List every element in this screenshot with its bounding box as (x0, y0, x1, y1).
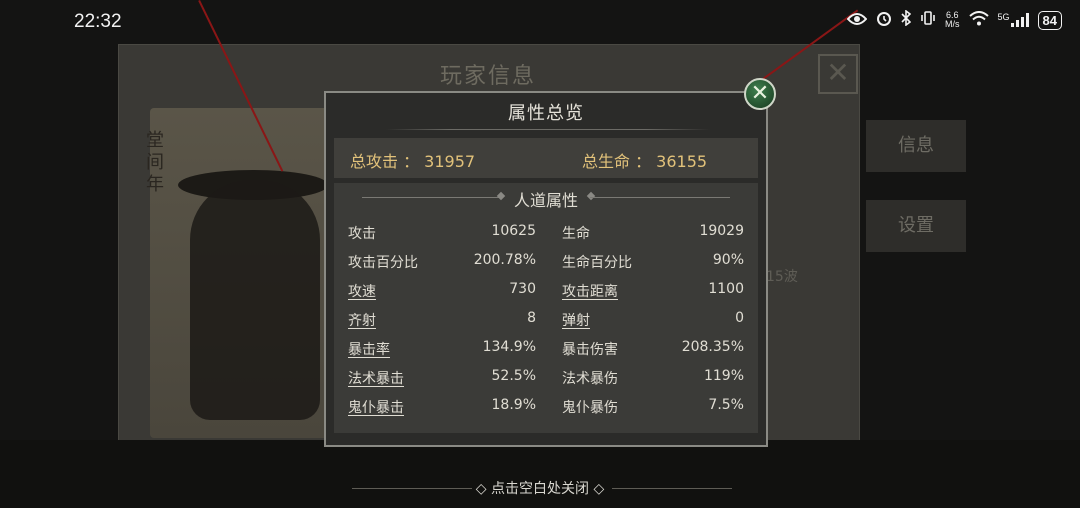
attribute-label: 生命百分比 (562, 255, 632, 271)
background-info-button: 信息 (866, 120, 966, 172)
close-hint: ◇ 点击空白处关闭 ◇ (0, 478, 1080, 498)
attribute-value: 7.5% (708, 397, 744, 413)
diamond-icon: ◇ (475, 481, 491, 497)
signal-label: 5G (997, 12, 1010, 22)
cellular-icon: 5G (998, 13, 1029, 27)
ricochet-link[interactable]: 弹射 (562, 310, 590, 330)
attribute-value: 19029 (699, 223, 744, 239)
status-bar: 22:32 6.6 M/s 5G 84 (0, 0, 1080, 42)
attribute-row: 法术暴击 52.5% 法术暴伤 119% (348, 368, 744, 392)
attribute-value: 134.9% (482, 339, 536, 355)
vibrate-icon (920, 10, 936, 30)
attribute-row: 暴击率 134.9% 暴击伤害 208.35% (348, 339, 744, 363)
attribute-value: 90% (712, 252, 744, 268)
title-divider (386, 129, 710, 130)
section-title: 人道属性 (513, 191, 578, 210)
attribute-label: 攻击 (348, 226, 376, 242)
attribute-value: 200.78% (473, 252, 536, 268)
attribute-row: 攻击 10625 生命 19029 (348, 223, 744, 247)
attribute-value: 0 (735, 310, 744, 326)
attribute-label: 暴击伤害 (562, 342, 618, 358)
volley-link[interactable]: 齐射 (348, 310, 376, 330)
close-dialog-button[interactable]: ✕ (744, 78, 776, 110)
background-wave-text: 15波 (766, 269, 798, 285)
attribute-value: 8 (527, 310, 536, 326)
dialog-title: 属性总览 (508, 103, 584, 124)
attribute-row: 攻击百分比 200.78% 生命百分比 90% (348, 252, 744, 276)
crit-rate-link[interactable]: 暴击率 (348, 339, 390, 359)
attribute-label: 生命 (562, 226, 590, 242)
network-speed: 6.6 M/s (945, 11, 960, 29)
total-attack: 总攻击 ： 31957 (350, 152, 476, 171)
attribute-row: 攻速 730 攻击距离 1100 (348, 281, 744, 305)
portrait-caption: 堂间年 (146, 130, 164, 195)
attribute-value: 18.9% (491, 397, 536, 413)
network-speed-unit: M/s (945, 19, 960, 29)
total-hp: 总生命 ： 36155 (582, 152, 708, 171)
human-attributes-panel: 人道属性 攻击 10625 生命 19029 攻击百分比 200.78% 生命百… (334, 183, 758, 433)
attack-speed-link[interactable]: 攻速 (348, 281, 376, 301)
attribute-value: 1100 (708, 281, 744, 297)
diamond-icon: ◇ (589, 481, 605, 497)
background-settings-button: 设置 (866, 200, 966, 252)
attribute-overview-dialog: 属性总览 总攻击 ： 31957 总生命 ： 36155 人道属性 攻击 106… (324, 91, 768, 447)
alarm-icon (876, 10, 892, 30)
attribute-value: 119% (703, 368, 744, 384)
attribute-value: 52.5% (491, 368, 536, 384)
character-figure (190, 180, 320, 420)
close-hint-text: 点击空白处关闭 (491, 481, 589, 497)
attribute-value: 10625 (491, 223, 536, 239)
attribute-row: 鬼仆暴击 18.9% 鬼仆暴伤 7.5% (348, 397, 744, 421)
hint-divider-right (612, 488, 732, 489)
attribute-label: 鬼仆暴伤 (562, 400, 618, 416)
section-divider-right (590, 197, 730, 198)
status-icons: 6.6 M/s 5G 84 (846, 9, 1062, 30)
bluetooth-icon (901, 9, 912, 30)
eye-icon (846, 11, 868, 30)
attribute-value: 208.35% (681, 339, 744, 355)
wifi-icon (968, 10, 989, 30)
servant-crit-link[interactable]: 鬼仆暴击 (348, 397, 404, 417)
attack-range-link[interactable]: 攻击距离 (562, 281, 618, 301)
close-icon: ✕ (750, 81, 770, 106)
background-panel-title: 玩家信息 (440, 64, 537, 89)
attribute-value: 730 (509, 281, 536, 297)
status-clock: 22:32 (74, 11, 122, 32)
attribute-row: 齐射 8 弹射 0 (348, 310, 744, 334)
attribute-label: 攻击百分比 (348, 255, 418, 271)
spell-crit-link[interactable]: 法术暴击 (348, 368, 404, 388)
battery-icon: 84 (1037, 10, 1062, 30)
attribute-label: 法术暴伤 (562, 371, 618, 387)
summary-bar: 总攻击 ： 31957 总生命 ： 36155 (334, 138, 758, 178)
background-close-icon: ✕ (818, 54, 858, 94)
